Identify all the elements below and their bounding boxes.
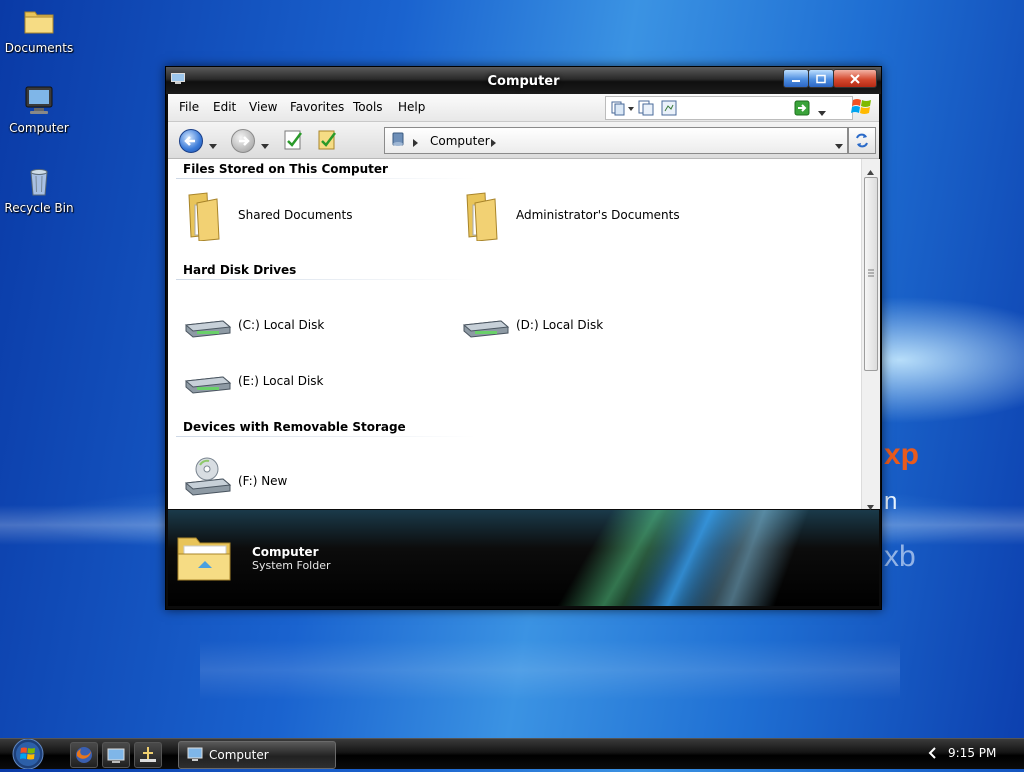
menu-item-tools[interactable]: Tools: [353, 100, 383, 114]
windows-logo-icon: [851, 97, 873, 117]
desktop-icon-recycle-bin[interactable]: Recycle Bin: [1, 164, 77, 215]
group-header: Files Stored on This Computer: [183, 162, 388, 176]
close-icon: [850, 73, 860, 84]
folder-icon: [176, 530, 234, 589]
refresh-icon: [856, 133, 868, 148]
checkmark-icon[interactable]: [283, 129, 305, 154]
scroll-up-icon[interactable]: [867, 164, 874, 178]
firefox-icon: [76, 747, 92, 763]
go-icon[interactable]: [794, 100, 810, 119]
item-label: Shared Documents: [238, 208, 353, 222]
folder-icon: [22, 4, 56, 38]
quicklaunch-switch-windows[interactable]: [134, 742, 162, 768]
clock[interactable]: 9:15 PM: [948, 746, 996, 760]
group-divider: [176, 178, 476, 179]
chevron-down-icon[interactable]: [261, 138, 269, 152]
forward-button[interactable]: [231, 129, 255, 153]
computer-icon: [187, 747, 203, 765]
menu-item-favorites[interactable]: Favorites: [290, 100, 344, 114]
wallpaper-text-n: n: [884, 488, 898, 515]
maximize-button[interactable]: [808, 69, 834, 88]
menu-item-file[interactable]: File: [179, 100, 199, 114]
start-orb-icon: [12, 738, 44, 770]
back-arrow-icon: [184, 136, 195, 146]
minimize-button[interactable]: [783, 69, 809, 88]
copy-icon[interactable]: [638, 100, 654, 119]
navigation-bar: Computer: [168, 122, 879, 159]
taskbar: Computer 9:15 PM: [0, 738, 1024, 770]
menu-bar: File Edit View Favorites Tools Help: [168, 94, 879, 122]
quicklaunch-firefox[interactable]: [70, 742, 98, 768]
chevron-down-icon[interactable]: [835, 138, 843, 152]
refresh-button[interactable]: [848, 127, 876, 154]
hard-disk-icon: [183, 355, 233, 407]
show-desktop-icon: [107, 748, 125, 763]
group-divider: [176, 436, 476, 437]
address-bar[interactable]: Computer: [384, 127, 848, 154]
wallpaper-text-xp: xp: [884, 438, 920, 471]
item-label: (C:) Local Disk: [238, 318, 325, 332]
file-view: Files Stored on This Computer Shared Doc…: [168, 159, 861, 509]
checklist-icon[interactable]: [317, 129, 339, 154]
properties-icon[interactable]: [661, 100, 677, 119]
chevron-down-icon[interactable]: [209, 138, 217, 152]
close-button[interactable]: [833, 69, 877, 88]
explorer-window: Computer File Edit View Favorites Tools …: [165, 66, 882, 610]
wallpaper-streak: [200, 640, 900, 700]
breadcrumb-chevron-icon[interactable]: [491, 136, 496, 150]
start-button[interactable]: [8, 738, 48, 770]
toolbar-buttons: [605, 96, 853, 120]
scrollbar-thumb[interactable]: [864, 177, 878, 371]
group-header: Hard Disk Drives: [183, 263, 297, 277]
back-button[interactable]: [179, 129, 203, 153]
taskbar-button-computer[interactable]: Computer: [178, 741, 336, 769]
menu-item-help[interactable]: Help: [398, 100, 425, 114]
item-label: Administrator's Documents: [516, 208, 680, 222]
hard-disk-icon: [183, 299, 233, 351]
window-title: Computer: [487, 74, 560, 89]
recycle-bin-icon: [22, 164, 56, 198]
details-pane: Computer System Folder: [168, 510, 879, 606]
show-hidden-icons-icon[interactable]: [927, 747, 937, 759]
views-icon[interactable]: [611, 100, 635, 119]
desktop-icon-label: Documents: [4, 41, 74, 55]
folder-icon: [461, 189, 511, 242]
wallpaper-text-xb: xb: [884, 540, 916, 573]
title-bar[interactable]: Computer: [166, 67, 881, 94]
vertical-scrollbar[interactable]: [861, 159, 880, 510]
group-header: Devices with Removable Storage: [183, 420, 406, 434]
desktop-icon-label: Computer: [9, 121, 69, 135]
desktop-icon-label: Recycle Bin: [4, 201, 74, 215]
quicklaunch-show-desktop[interactable]: [102, 742, 130, 768]
folder-icon: [183, 189, 233, 242]
maximize-icon: [816, 74, 826, 83]
details-name: Computer: [252, 545, 319, 559]
item-label: (D:) Local Disk: [516, 318, 604, 332]
cd-drive-icon: [183, 455, 233, 507]
group-divider: [176, 279, 476, 280]
hard-disk-icon: [461, 299, 511, 351]
breadcrumb-chevron-icon[interactable]: [413, 136, 418, 150]
minimize-icon: [792, 79, 800, 82]
menu-item-edit[interactable]: Edit: [213, 100, 236, 114]
details-type: System Folder: [252, 559, 331, 572]
item-label: (F:) New: [238, 474, 288, 488]
forward-arrow-icon: [239, 136, 250, 146]
breadcrumb[interactable]: Computer: [430, 134, 490, 148]
desktop-icon-computer[interactable]: Computer: [1, 84, 77, 135]
switch-windows-icon: [140, 747, 156, 762]
item-label: (E:) Local Disk: [238, 374, 324, 388]
monitor-icon: [22, 84, 56, 118]
desktop-icon-documents[interactable]: Documents: [1, 4, 77, 55]
taskbar-button-label: Computer: [209, 748, 269, 762]
menu-item-view[interactable]: View: [249, 100, 277, 114]
computer-icon: [390, 132, 406, 151]
chevron-down-icon[interactable]: [818, 105, 826, 119]
